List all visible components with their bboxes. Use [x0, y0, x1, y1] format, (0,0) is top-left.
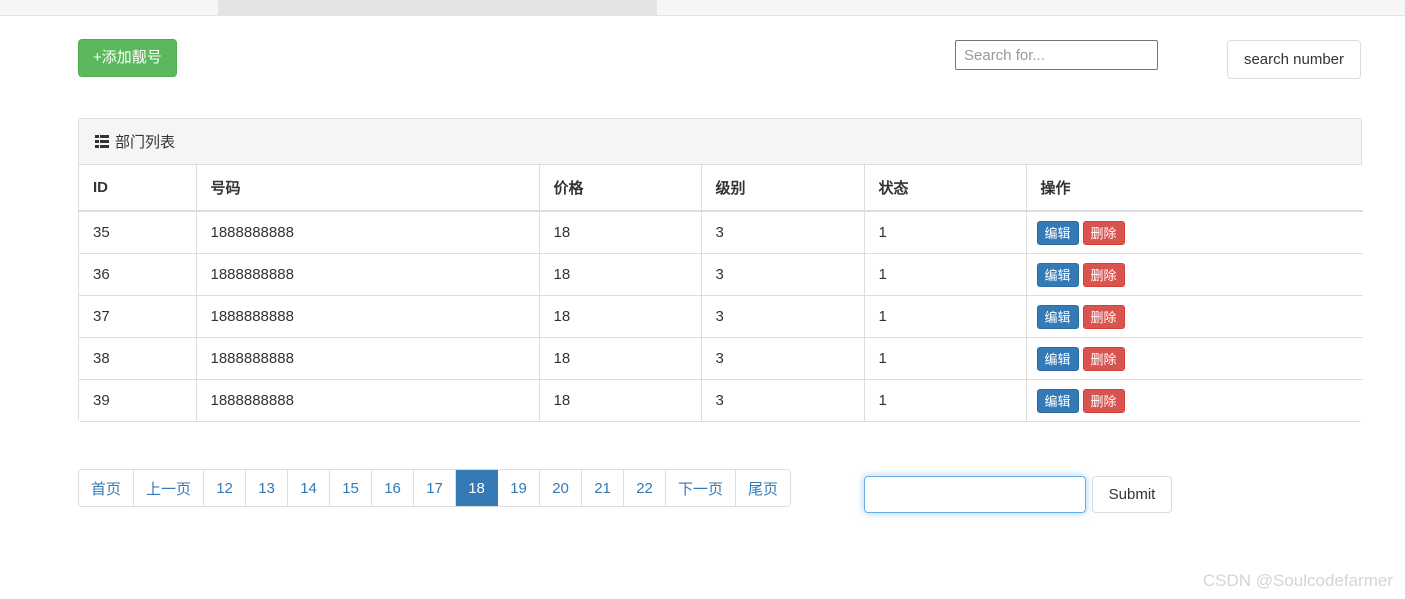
- page-jump-submit-button[interactable]: Submit: [1092, 476, 1172, 513]
- pagination-item[interactable]: 下一页: [666, 470, 737, 506]
- pagination-item-active[interactable]: 18: [456, 470, 499, 506]
- cell-id: 36: [79, 253, 196, 296]
- panel-title: 部门列表: [115, 134, 176, 151]
- list-icon: [95, 135, 109, 148]
- cell-price: 18: [538, 253, 701, 296]
- browser-active-tab[interactable]: [218, 0, 657, 16]
- edit-button[interactable]: 编辑: [1036, 346, 1079, 371]
- pagination-item[interactable]: 尾页: [736, 470, 791, 506]
- column-header-number: 号码: [195, 165, 539, 212]
- cell-level: 3: [700, 337, 864, 380]
- pagination-item[interactable]: 14: [288, 470, 331, 506]
- table-header: ID 号码 价格 级别 状态 操作: [79, 165, 1363, 212]
- table-row: 38 1888888888 18 3 1 编辑 删除: [79, 337, 1363, 380]
- cell-status: 1: [863, 337, 1026, 380]
- delete-button[interactable]: 删除: [1082, 304, 1125, 329]
- pagination-item[interactable]: 16: [372, 470, 415, 506]
- cell-id: 37: [79, 295, 196, 338]
- cell-id: 39: [79, 379, 196, 421]
- edit-button[interactable]: 编辑: [1036, 388, 1079, 413]
- cell-level: 3: [700, 211, 864, 254]
- page-jump-input[interactable]: [864, 476, 1086, 513]
- department-list-panel: 部门列表 ID 号码 价格 级别 状态 操作 35 1888888888 18 3 1 编…: [78, 118, 1363, 422]
- pagination-item[interactable]: 20: [540, 470, 583, 506]
- pagination-item[interactable]: 19: [498, 470, 541, 506]
- cell-id: 38: [79, 337, 196, 380]
- cell-action: 编辑 删除: [1025, 253, 1363, 296]
- cell-number: 1888888888: [195, 337, 539, 380]
- table-row: 37 1888888888 18 3 1 编辑 删除: [79, 295, 1363, 338]
- table-row: 39 1888888888 18 3 1 编辑 删除: [79, 379, 1363, 421]
- cell-level: 3: [700, 253, 864, 296]
- cell-action: 编辑 删除: [1025, 379, 1363, 421]
- pagination-item[interactable]: 22: [624, 470, 667, 506]
- edit-button[interactable]: 编辑: [1036, 304, 1079, 329]
- pagination-item[interactable]: 21: [582, 470, 625, 506]
- pagination-item[interactable]: 上一页: [134, 470, 205, 506]
- column-header-price: 价格: [538, 165, 701, 212]
- pagination-item[interactable]: 17: [414, 470, 457, 506]
- browser-top-strip: [0, 0, 1405, 16]
- cell-price: 18: [538, 337, 701, 380]
- watermark: CSDN @Soulcodefarmer: [1202, 571, 1393, 590]
- table-header-row: ID 号码 价格 级别 状态 操作: [79, 165, 1363, 212]
- add-number-button[interactable]: +添加靓号: [78, 39, 177, 77]
- cell-number: 1888888888: [195, 211, 539, 254]
- pagination-item[interactable]: 13: [246, 470, 289, 506]
- panel-heading: 部门列表: [79, 119, 1361, 165]
- table-row: 36 1888888888 18 3 1 编辑 删除: [79, 253, 1363, 296]
- column-header-status: 状态: [863, 165, 1026, 212]
- cell-action: 编辑 删除: [1025, 211, 1363, 254]
- table-row: 35 1888888888 18 3 1 编辑 删除: [79, 211, 1363, 254]
- cell-number: 1888888888: [195, 253, 539, 296]
- cell-status: 1: [863, 253, 1026, 296]
- pagination-item[interactable]: 15: [330, 470, 373, 506]
- cell-status: 1: [863, 379, 1026, 421]
- cell-level: 3: [700, 379, 864, 421]
- edit-button[interactable]: 编辑: [1036, 220, 1079, 245]
- pagination-item[interactable]: 首页: [79, 470, 135, 506]
- pagination-row: 首页 上一页 12 13 14 15 16 17 18 19 20 21 22 下一页 尾页 Submit: [78, 469, 1328, 529]
- column-header-id: ID: [79, 165, 196, 212]
- cell-price: 18: [538, 211, 701, 254]
- delete-button[interactable]: 删除: [1082, 220, 1125, 245]
- cell-level: 3: [700, 295, 864, 338]
- cell-price: 18: [538, 379, 701, 421]
- cell-number: 1888888888: [195, 379, 539, 421]
- page-container: +添加靓号 search number 部门列表 ID 号码 价格: [0, 17, 1405, 599]
- numbers-table: ID 号码 价格 级别 状态 操作 35 1888888888 18 3 1 编辑 删除 36…: [79, 165, 1363, 421]
- delete-button[interactable]: 删除: [1082, 346, 1125, 371]
- cell-status: 1: [863, 211, 1026, 254]
- search-number-button[interactable]: search number: [1227, 40, 1361, 79]
- cell-action: 编辑 删除: [1025, 295, 1363, 338]
- column-header-action: 操作: [1025, 165, 1363, 212]
- table-body: 35 1888888888 18 3 1 编辑 删除 36 1888888888 18 3 1 编辑 删除…: [79, 211, 1363, 421]
- column-header-level: 级别: [700, 165, 864, 212]
- cell-price: 18: [538, 295, 701, 338]
- edit-button[interactable]: 编辑: [1036, 262, 1079, 287]
- pagination: 首页 上一页 12 13 14 15 16 17 18 19 20 21 22 下一页 尾页: [78, 469, 792, 507]
- pagination-item[interactable]: 12: [204, 470, 247, 506]
- cell-number: 1888888888: [195, 295, 539, 338]
- cell-id: 35: [79, 211, 196, 254]
- cell-action: 编辑 删除: [1025, 337, 1363, 380]
- search-input[interactable]: [955, 40, 1158, 70]
- cell-status: 1: [863, 295, 1026, 338]
- delete-button[interactable]: 删除: [1082, 388, 1125, 413]
- delete-button[interactable]: 删除: [1082, 262, 1125, 287]
- toolbar: +添加靓号 search number: [0, 17, 1405, 105]
